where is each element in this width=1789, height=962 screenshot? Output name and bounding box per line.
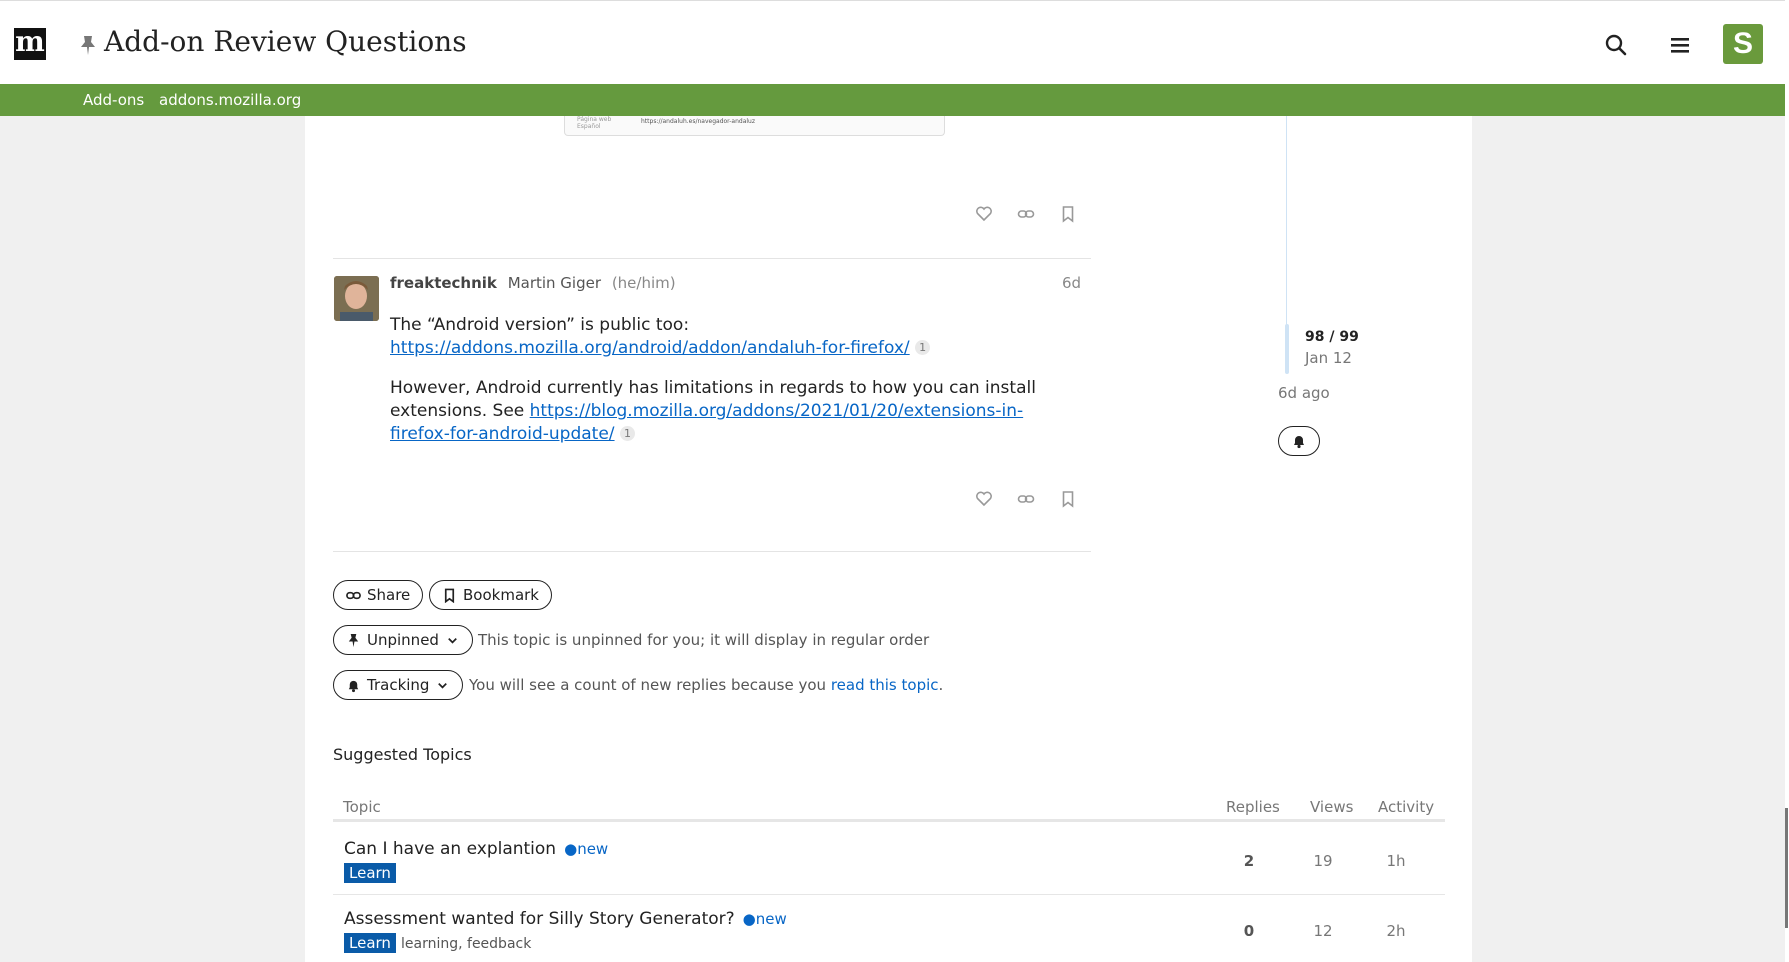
table-row[interactable]: Can I have an explantion ●new Learn 2 19 … bbox=[333, 825, 1445, 895]
page-scrollbar-thumb[interactable] bbox=[1785, 808, 1788, 928]
bookmark-icon[interactable] bbox=[1059, 490, 1077, 508]
tracking-note-text: You will see a count of new replies beca… bbox=[469, 676, 831, 694]
site-header: m Add-on Review Questions S bbox=[0, 0, 1785, 84]
read-topic-link[interactable]: read this topic bbox=[831, 676, 939, 694]
post-meta: freaktechnik Martin Giger (he/him) bbox=[390, 274, 676, 292]
timeline-notification-button[interactable] bbox=[1278, 426, 1320, 456]
category-link-parent[interactable]: Add-ons bbox=[83, 91, 144, 109]
post-link-android-addon[interactable]: https://addons.mozilla.org/android/addon… bbox=[390, 338, 910, 358]
chevron-down-icon bbox=[438, 682, 448, 689]
post-image-stub[interactable]: Página web Español https://andaluh.es/na… bbox=[564, 116, 945, 136]
share-button[interactable]: Share bbox=[333, 580, 424, 610]
new-badge[interactable]: ●new bbox=[564, 840, 608, 858]
views-count: 12 bbox=[1313, 922, 1333, 940]
post-date[interactable]: 6d bbox=[1062, 274, 1081, 292]
image-sublabel: Español bbox=[577, 123, 601, 130]
post-full-name[interactable]: Martin Giger bbox=[508, 274, 601, 292]
pin-icon bbox=[81, 36, 95, 55]
suggested-topics-heading: Suggested Topics bbox=[333, 745, 472, 764]
post-username[interactable]: freaktechnik bbox=[390, 274, 497, 292]
topic-tags[interactable]: learning, feedback bbox=[401, 936, 531, 952]
category-link-child[interactable]: addons.mozilla.org bbox=[159, 91, 301, 109]
category-bar: Add-ons addons.mozilla.org bbox=[0, 84, 1785, 116]
category-badge[interactable]: Learn bbox=[344, 863, 396, 883]
bell-icon bbox=[348, 680, 359, 692]
pin-icon bbox=[348, 633, 359, 647]
copy-link-icon[interactable] bbox=[1017, 205, 1035, 223]
new-badge-label: new bbox=[755, 910, 787, 928]
pin-status-note: This topic is unpinned for you; it will … bbox=[478, 631, 930, 649]
timeline-scroll-handle[interactable] bbox=[1285, 324, 1289, 374]
page-title[interactable]: Add-on Review Questions bbox=[104, 25, 467, 58]
topic-content: Página web Español https://andaluh.es/na… bbox=[305, 116, 1472, 962]
pin-status-dropdown[interactable]: Unpinned bbox=[333, 625, 473, 655]
bookmark-icon[interactable] bbox=[1059, 205, 1077, 223]
bookmark-button[interactable]: Bookmark bbox=[429, 580, 552, 610]
post-text-1: The “Android version” is public too: bbox=[390, 315, 690, 335]
topic-title-link[interactable]: Assessment wanted for Silly Story Genera… bbox=[344, 909, 735, 929]
notification-level-label: Tracking bbox=[367, 676, 430, 694]
site-logo[interactable]: m bbox=[14, 28, 46, 60]
link-icon bbox=[346, 591, 361, 599]
timeline-last-activity[interactable]: 6d ago bbox=[1278, 384, 1330, 402]
pin-status-label: Unpinned bbox=[367, 631, 439, 649]
timeline-track bbox=[1286, 116, 1287, 328]
new-badge-label: new bbox=[577, 840, 609, 858]
like-heart-icon[interactable] bbox=[975, 205, 993, 223]
search-icon[interactable] bbox=[1604, 33, 1628, 57]
tracking-note-end: . bbox=[938, 676, 944, 694]
post-divider bbox=[333, 258, 1091, 259]
table-row[interactable]: Assessment wanted for Silly Story Genera… bbox=[333, 895, 1445, 962]
post-actions bbox=[975, 490, 1077, 508]
topic-title-wrap: Can I have an explantion ●new bbox=[344, 839, 608, 859]
post-paragraph-2: However, Android currently has limitatio… bbox=[390, 377, 1080, 446]
column-header-replies: Replies bbox=[1226, 798, 1280, 816]
bookmark-button-label: Bookmark bbox=[463, 586, 539, 604]
notification-level-note: You will see a count of new replies beca… bbox=[469, 676, 943, 694]
new-badge[interactable]: ●new bbox=[743, 910, 787, 928]
topic-title-wrap: Assessment wanted for Silly Story Genera… bbox=[344, 909, 787, 929]
views-count: 19 bbox=[1313, 852, 1333, 870]
share-button-label: Share bbox=[367, 586, 411, 604]
copy-link-icon[interactable] bbox=[1017, 490, 1035, 508]
activity-time[interactable]: 1h bbox=[1376, 852, 1416, 870]
bookmark-icon bbox=[444, 588, 455, 603]
replies-count: 2 bbox=[1243, 852, 1255, 870]
link-click-count: 1 bbox=[915, 340, 931, 355]
image-label: Página web bbox=[577, 116, 612, 123]
activity-time[interactable]: 2h bbox=[1376, 922, 1416, 940]
topic-title-link[interactable]: Can I have an explantion bbox=[344, 839, 556, 859]
hamburger-menu-icon[interactable] bbox=[1668, 33, 1692, 57]
chevron-down-icon bbox=[448, 637, 457, 644]
like-heart-icon[interactable] bbox=[975, 490, 993, 508]
post-divider bbox=[333, 551, 1091, 552]
timeline-date: Jan 12 bbox=[1305, 349, 1352, 367]
replies-count: 0 bbox=[1243, 922, 1255, 940]
column-header-topic: Topic bbox=[343, 798, 381, 816]
notification-level-dropdown[interactable]: Tracking bbox=[333, 670, 464, 700]
timeline-post-count: 98 / 99 bbox=[1305, 329, 1359, 345]
post-pronouns: (he/him) bbox=[611, 274, 676, 292]
post-author-avatar[interactable] bbox=[334, 276, 379, 321]
bell-icon bbox=[1294, 436, 1304, 449]
user-avatar[interactable]: S bbox=[1723, 24, 1763, 64]
suggested-table-header: Topic Replies Views Activity bbox=[333, 788, 1445, 822]
post-body: The “Android version” is public too: htt… bbox=[390, 314, 1080, 463]
post-paragraph-1: The “Android version” is public too: htt… bbox=[390, 314, 1080, 360]
category-badge[interactable]: Learn bbox=[344, 933, 396, 953]
column-header-activity: Activity bbox=[1378, 798, 1435, 816]
column-header-views: Views bbox=[1310, 798, 1354, 816]
link-click-count: 1 bbox=[619, 426, 635, 441]
image-url-text: https://andaluh.es/navegador-andaluz bbox=[641, 118, 756, 125]
post-actions bbox=[975, 205, 1077, 223]
